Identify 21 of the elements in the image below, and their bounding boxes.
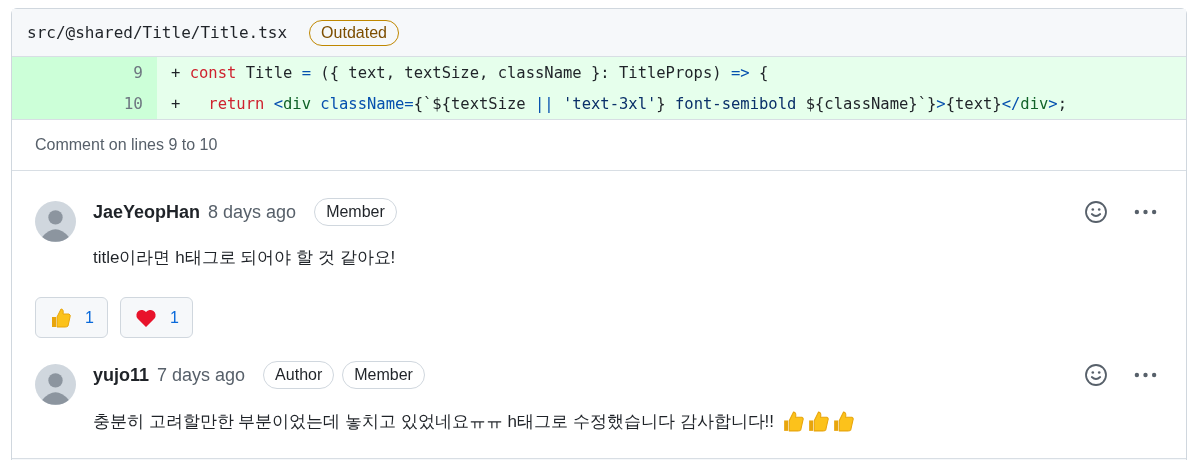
reaction-button[interactable]: 1 bbox=[35, 297, 108, 338]
smiley-icon[interactable] bbox=[1084, 363, 1108, 387]
author-name[interactable]: yujo11 bbox=[93, 364, 150, 386]
reaction-button[interactable]: 1 bbox=[119, 297, 193, 338]
comment-time[interactable]: 7 days ago bbox=[157, 364, 246, 386]
avatar[interactable] bbox=[35, 364, 76, 405]
line-number: 10 bbox=[12, 88, 157, 119]
comment-text: 충분히 고려할만한 부분이었는데 놓치고 있었네요ㅠㅠ h태그로 수정했습니다 감사합니다!! bbox=[93, 411, 774, 433]
comment-text: title이라면 h태그로 되어야 할 것 같아요! bbox=[93, 247, 396, 269]
line-number: 9 bbox=[12, 57, 157, 88]
author-name[interactable]: JaeYeopHan bbox=[93, 201, 201, 223]
file-path[interactable]: src/@shared/Title/Title.tsx bbox=[27, 23, 288, 42]
smiley-icon[interactable] bbox=[1084, 200, 1108, 224]
code-line: + return <div className={`${textSize || 'text-3xl'} font-semibold ${className}`}>{text}</div>; bbox=[170, 94, 1067, 113]
avatar[interactable] bbox=[35, 201, 76, 242]
comment-time[interactable]: 8 days ago bbox=[208, 201, 297, 223]
more-options-icon[interactable] bbox=[1134, 371, 1157, 379]
thumbs-up-icon bbox=[49, 305, 73, 330]
comment-range-label: Comment on lines 9 to 10 bbox=[35, 136, 218, 154]
more-options-icon[interactable] bbox=[1134, 208, 1157, 216]
code-line: + const Title = ({ text, textSize, className }: TitleProps) => { bbox=[170, 63, 769, 82]
